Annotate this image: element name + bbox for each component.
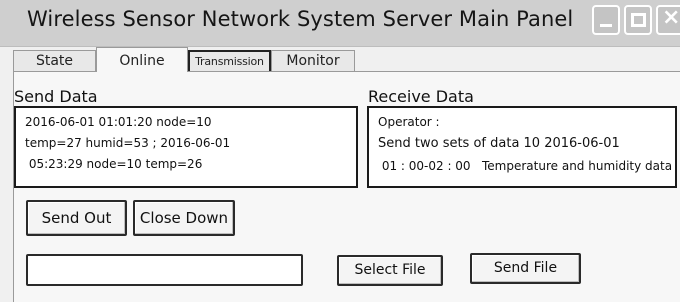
window-title: Wireless Sensor Network System Server Ma… (27, 7, 574, 31)
send-file-button[interactable]: Send File (470, 253, 581, 284)
send-data-line: temp=27 humid=53 ; 2016-06-01 (25, 136, 231, 150)
close-down-button[interactable]: Close Down (133, 200, 235, 236)
title-bar: Wireless Sensor Network System Server Ma… (0, 0, 680, 47)
send-data-label: Send Data (14, 87, 98, 106)
send-data-line: 05:23:29 node=10 temp=26 (25, 157, 203, 171)
tab-strip: State Online Transmission Monitor (13, 47, 673, 72)
receive-data-label: Receive Data (368, 87, 474, 106)
tab-transmission[interactable]: Transmission (188, 50, 271, 71)
maximize-button[interactable] (624, 5, 652, 35)
minimize-icon (600, 24, 612, 27)
receive-data-line: 01 : 00-02 : 00 Temperature and humidity… (378, 159, 673, 173)
select-file-button[interactable]: Select File (337, 255, 443, 286)
close-icon: × (662, 5, 680, 30)
receive-data-line: Operator : (378, 115, 440, 129)
receive-data-textbox[interactable]: Operator : Send two sets of data 10 2016… (367, 106, 677, 188)
tab-state[interactable]: State (13, 50, 96, 71)
minimize-button[interactable] (592, 5, 620, 35)
close-window-button[interactable]: × (656, 5, 680, 35)
file-path-input[interactable] (26, 254, 303, 286)
tab-monitor[interactable]: Monitor (271, 50, 355, 71)
send-out-button[interactable]: Send Out (26, 200, 127, 236)
maximize-icon (631, 13, 646, 27)
receive-data-line: Send two sets of data 10 2016-06-01 (378, 136, 620, 151)
send-data-line: 2016-06-01 01:01:20 node=10 (25, 115, 212, 129)
send-data-textbox[interactable]: 2016-06-01 01:01:20 node=10 temp=27 humi… (14, 106, 358, 188)
tab-online[interactable]: Online (96, 47, 188, 72)
main-window: Wireless Sensor Network System Server Ma… (0, 0, 680, 302)
